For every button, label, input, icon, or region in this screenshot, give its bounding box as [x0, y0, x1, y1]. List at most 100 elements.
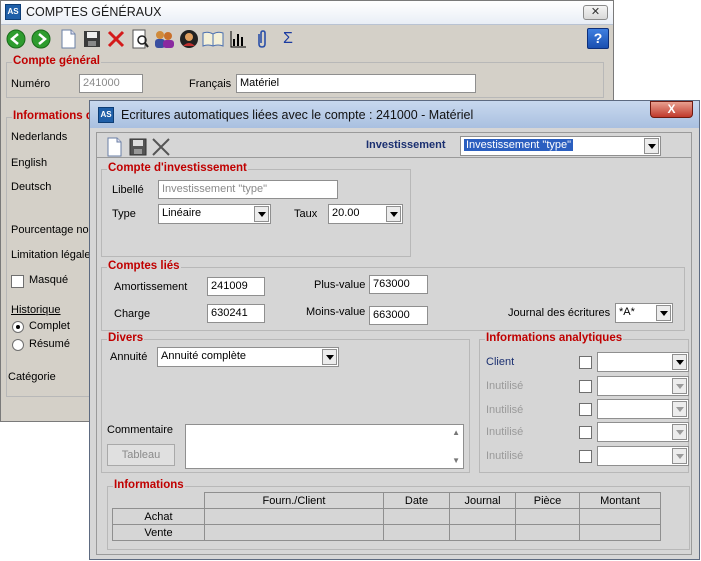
- sum-icon[interactable]: Σ: [277, 28, 299, 50]
- resume-radio[interactable]: [12, 339, 24, 351]
- table-cell: [449, 508, 516, 525]
- row-header: Vente: [112, 524, 205, 541]
- analytique-label-0: Client: [486, 356, 515, 368]
- app-logo-icon: AS: [5, 4, 21, 20]
- investissement-label: Investissement: [366, 139, 446, 151]
- taux-select[interactable]: 20.00: [328, 204, 403, 224]
- dialog-save-icon[interactable]: [127, 136, 149, 158]
- charge-field[interactable]: 630241: [207, 304, 265, 323]
- investissement-select-value: Investissement "type": [464, 139, 574, 151]
- table-cell: [383, 508, 450, 525]
- amortissement-field[interactable]: 241009: [207, 277, 265, 296]
- dialog-delete-icon[interactable]: [150, 136, 172, 158]
- analytique-select-0[interactable]: [597, 352, 689, 372]
- forward-icon[interactable]: [30, 28, 52, 50]
- chevron-down-icon[interactable]: [672, 424, 687, 440]
- chevron-down-icon[interactable]: [672, 378, 687, 394]
- new-icon[interactable]: [57, 28, 79, 50]
- journal-select[interactable]: *A*: [615, 303, 673, 323]
- amortissement-label: Amortissement: [114, 281, 188, 293]
- preview-icon[interactable]: [129, 28, 151, 50]
- dialog-title: Ecritures automatiques liées avec le com…: [121, 108, 474, 122]
- analytique-checkbox-2[interactable]: [579, 403, 592, 416]
- table-corner: [113, 493, 205, 509]
- annuite-label: Annuité: [110, 351, 148, 363]
- divers-group: Divers Annuité Annuité complète Commenta…: [101, 332, 470, 473]
- commentaire-textarea[interactable]: ▲ ▼: [185, 424, 464, 469]
- table-cell: [515, 508, 580, 525]
- complet-radio[interactable]: [12, 321, 24, 333]
- resume-label: Résumé: [29, 338, 70, 350]
- chevron-down-icon[interactable]: [672, 354, 687, 370]
- table-row[interactable]: Achat: [112, 508, 661, 525]
- attach-icon[interactable]: [251, 28, 273, 50]
- table-row[interactable]: Vente: [112, 524, 661, 541]
- informations-caption: Informations: [113, 479, 185, 491]
- chevron-down-icon[interactable]: [672, 448, 687, 464]
- chevron-down-icon[interactable]: [386, 206, 401, 222]
- libelle-field[interactable]: Investissement "type": [158, 180, 338, 199]
- save-icon[interactable]: [81, 28, 103, 50]
- chart-icon[interactable]: [227, 28, 249, 50]
- column-header: Journal: [449, 492, 516, 509]
- analytique-checkbox-1[interactable]: [579, 380, 592, 393]
- back-icon[interactable]: [5, 28, 27, 50]
- tableau-button[interactable]: Tableau: [107, 444, 175, 466]
- back-window-close-button[interactable]: ✕: [583, 5, 608, 20]
- chevron-down-icon[interactable]: [254, 206, 269, 222]
- help-button[interactable]: ?: [587, 28, 609, 49]
- plus-value-field[interactable]: 763000: [369, 275, 428, 294]
- analytiques-group: Informations analytiques Client Inutilis…: [479, 332, 689, 473]
- analytique-select-3[interactable]: [597, 422, 689, 442]
- back-window-titlebar: AS COMPTES GÉNÉRAUX ✕: [1, 1, 613, 25]
- informations-table: Fourn./Client Date Journal Pièce Montant…: [112, 492, 661, 541]
- dialog-new-icon[interactable]: [103, 136, 125, 158]
- compte-investissement-caption: Compte d'investissement: [107, 162, 248, 174]
- analytique-label-4: Inutilisé: [486, 450, 524, 462]
- limitation-label: Limitation légale: [11, 249, 91, 261]
- table-header-row: Fourn./Client Date Journal Pièce Montant: [113, 492, 661, 509]
- masque-checkbox[interactable]: [11, 275, 24, 288]
- type-label: Type: [112, 208, 136, 220]
- investissement-select[interactable]: Investissement "type": [460, 136, 661, 156]
- type-select-value: Linéaire: [162, 207, 202, 219]
- table-cell: [204, 508, 384, 525]
- scroll-down-icon[interactable]: ▼: [452, 456, 460, 465]
- table-cell: [515, 524, 580, 541]
- toolbar-divider: [97, 157, 691, 158]
- analytique-checkbox-3[interactable]: [579, 426, 592, 439]
- categorie-label: Catégorie: [8, 371, 56, 383]
- chevron-down-icon[interactable]: [656, 305, 671, 321]
- plus-value-label: Plus-value: [314, 279, 366, 291]
- analytique-select-4[interactable]: [597, 446, 689, 466]
- dialog-close-button[interactable]: X: [650, 101, 693, 118]
- chevron-down-icon[interactable]: [672, 401, 687, 417]
- delete-icon[interactable]: [105, 28, 127, 50]
- users-icon[interactable]: [153, 28, 175, 50]
- analytique-checkbox-0[interactable]: [579, 356, 592, 369]
- analytique-checkbox-4[interactable]: [579, 450, 592, 463]
- moins-value-field[interactable]: 663000: [369, 306, 428, 325]
- dialog-window: AS Ecritures automatiques liées avec le …: [89, 100, 700, 560]
- user-icon[interactable]: [178, 28, 200, 50]
- masque-label: Masqué: [29, 274, 69, 286]
- scroll-up-icon[interactable]: ▲: [452, 428, 460, 437]
- chevron-down-icon[interactable]: [322, 349, 337, 365]
- chevron-down-icon[interactable]: [644, 138, 659, 154]
- analytique-label-3: Inutilisé: [486, 426, 524, 438]
- francais-field[interactable]: Matériel: [236, 74, 476, 93]
- column-header: Fourn./Client: [204, 492, 384, 509]
- analytique-select-1[interactable]: [597, 376, 689, 396]
- journal-label: Journal des écritures: [508, 307, 611, 319]
- pourcentage-label: Pourcentage non: [11, 224, 95, 236]
- complet-label: Complet: [29, 320, 70, 332]
- compte-general-group: Compte général Numéro 241000 Français Ma…: [6, 55, 604, 98]
- type-select[interactable]: Linéaire: [158, 204, 271, 224]
- annuite-select[interactable]: Annuité complète: [157, 347, 339, 367]
- book-icon[interactable]: [202, 28, 224, 50]
- numero-field[interactable]: 241000: [79, 74, 143, 93]
- numero-label: Numéro: [11, 78, 51, 90]
- comptes-lies-group: Comptes liés Amortissement 241009 Plus-v…: [101, 260, 685, 331]
- historique-label: Historique: [11, 304, 61, 316]
- analytique-select-2[interactable]: [597, 399, 689, 419]
